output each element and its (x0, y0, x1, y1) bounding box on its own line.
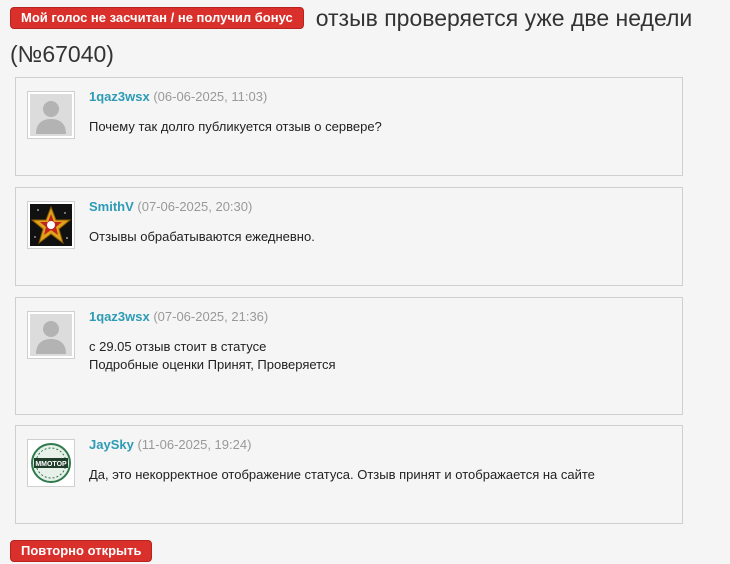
default-user-avatar-icon (30, 314, 72, 356)
message-card: 1qaz3wsx (07-06-2025, 21:36) с 29.05 отз… (15, 297, 683, 415)
message-meta: 1qaz3wsx (06-06-2025, 11:03) (89, 89, 267, 105)
author-link[interactable]: JaySky (89, 437, 134, 452)
message-date: (07-06-2025, 21:36) (153, 309, 269, 324)
avatar[interactable]: MMOTOP (27, 439, 75, 487)
avatar[interactable] (27, 311, 75, 359)
category-badge[interactable]: Мой голос не засчитан / не получил бонус (10, 7, 304, 29)
message-text: Да, это некорректное отображение статуса… (89, 466, 669, 484)
author-link[interactable]: SmithV (89, 199, 134, 214)
default-user-avatar-icon (30, 94, 72, 136)
message-date: (06-06-2025, 11:03) (153, 89, 268, 104)
message-text: Отзывы обрабатываются ежедневно. (89, 228, 669, 246)
message-line: Подробные оценки Принят, Проверяется (89, 357, 336, 372)
avatar[interactable] (27, 91, 75, 139)
avatar[interactable] (27, 201, 75, 249)
svg-text:MMOTOP: MMOTOP (35, 461, 67, 468)
message-line: Отзывы обрабатываются ежедневно. (89, 229, 315, 244)
gold-star-avatar-icon (30, 204, 72, 246)
page-header: Мой голос не засчитан / не получил бонус… (10, 0, 725, 72)
mmotop-logo-avatar-icon: MMOTOP (30, 442, 72, 484)
message-line: Да, это некорректное отображение статуса… (89, 467, 595, 482)
message-line: с 29.05 отзыв стоит в статусе (89, 339, 267, 354)
author-link[interactable]: 1qaz3wsx (89, 89, 150, 104)
message-date: (11-06-2025, 19:24) (137, 437, 252, 452)
message-card: 1qaz3wsx (06-06-2025, 11:03) Почему так … (15, 77, 683, 176)
message-line: Почему так долго публикуется отзыв о сер… (89, 119, 382, 134)
message-text: с 29.05 отзыв стоит в статусе Подробные … (89, 338, 669, 374)
message-meta: JaySky (11-06-2025, 19:24) (89, 437, 251, 453)
message-meta: SmithV (07-06-2025, 20:30) (89, 199, 252, 215)
message-text: Почему так долго публикуется отзыв о сер… (89, 118, 669, 136)
message-card: MMOTOP JaySky (11-06-2025, 19:24) Да, эт… (15, 425, 683, 524)
reopen-button[interactable]: Повторно открыть (10, 540, 153, 562)
message-card: SmithV (07-06-2025, 20:30) Отзывы обраба… (15, 187, 683, 286)
author-link[interactable]: 1qaz3wsx (89, 309, 150, 324)
message-meta: 1qaz3wsx (07-06-2025, 21:36) (89, 309, 268, 325)
message-date: (07-06-2025, 20:30) (137, 199, 253, 214)
